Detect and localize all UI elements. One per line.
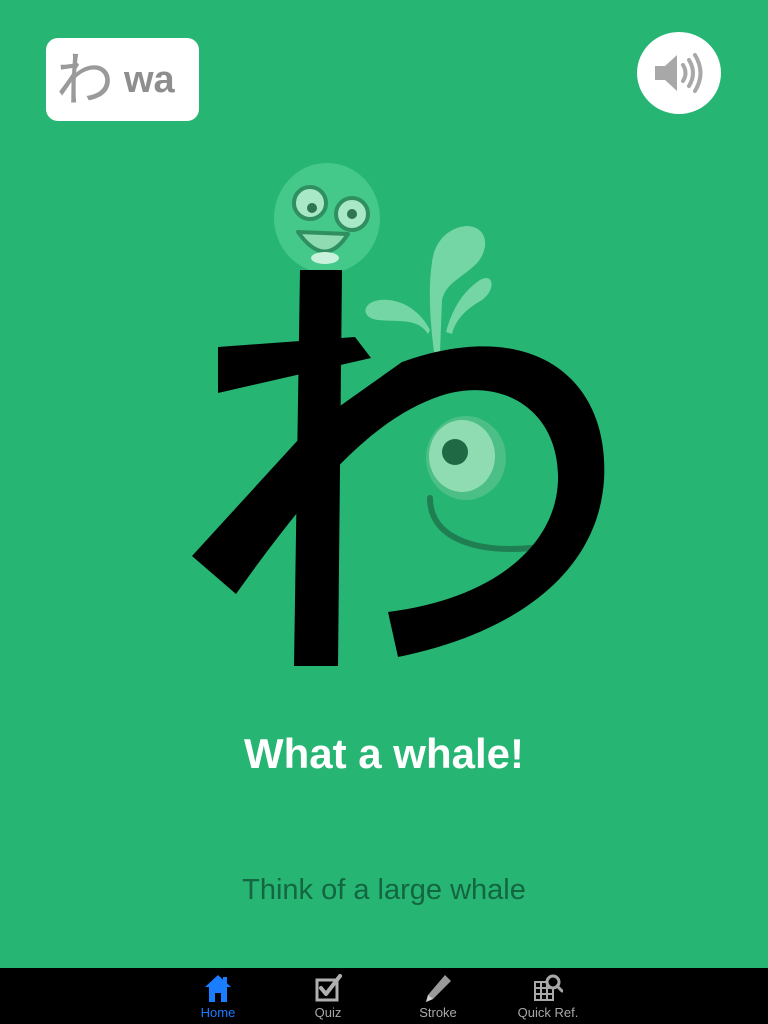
tab-bar: Home Quiz Stroke Quick Ref. — [0, 968, 768, 1024]
tab-quick-ref[interactable]: Quick Ref. — [498, 968, 598, 1024]
mnemonic-title: What a whale! — [243, 730, 525, 777]
flashcard-screen: わ wa What a whale! Think of a large whal… — [0, 0, 768, 1024]
tab-home[interactable]: Home — [168, 968, 268, 1024]
grid-search-icon — [534, 974, 563, 1001]
tab-stroke[interactable]: Stroke — [388, 968, 488, 1024]
stroke-character-face — [274, 163, 380, 273]
whale-kana-illustration — [192, 163, 605, 666]
whale-smile — [427, 495, 551, 552]
sound-button[interactable] — [637, 32, 721, 114]
romaji-label: wa — [124, 58, 175, 101]
whale-spout — [365, 226, 492, 352]
kana-character: わ — [55, 45, 114, 114]
tab-label-quick-ref: Quick Ref. — [517, 1005, 579, 1020]
kana-card: わ wa — [46, 38, 199, 121]
tab-label-quiz: Quiz — [314, 1005, 342, 1020]
mnemonic-description: Think of a large whale — [242, 874, 526, 906]
kana-strokes — [192, 270, 605, 666]
tab-label-home: Home — [200, 1005, 236, 1020]
tab-quiz[interactable]: Quiz — [278, 968, 378, 1024]
whale-eye — [426, 416, 506, 500]
tab-label-stroke: Stroke — [419, 1005, 457, 1020]
checkbox-icon — [315, 974, 342, 1002]
pencil-icon — [426, 975, 451, 1002]
home-icon — [205, 975, 231, 1002]
speaker-icon — [655, 53, 703, 93]
